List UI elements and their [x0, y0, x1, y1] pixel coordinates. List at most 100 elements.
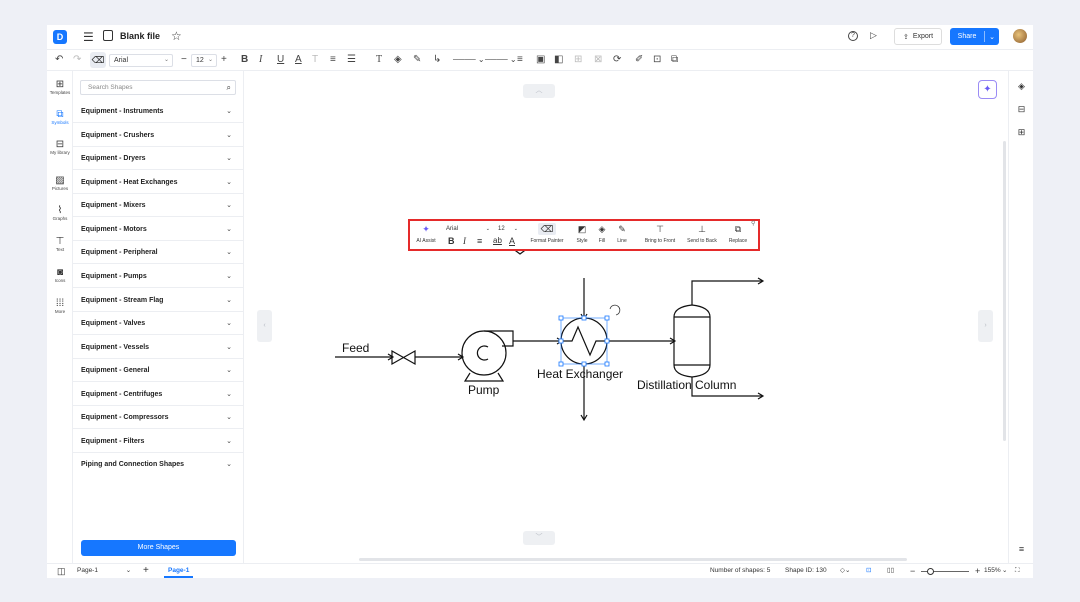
float-font-select[interactable]: Arial ⌄	[446, 224, 490, 234]
lock-icon[interactable]: ⊡	[653, 53, 661, 67]
category-centrifuges[interactable]: Equipment - Centrifuges ⌄	[73, 383, 244, 406]
increase-size-icon[interactable]: +	[221, 53, 227, 67]
underline-icon[interactable]: U	[277, 53, 284, 67]
zoom-level[interactable]: 155%	[984, 564, 1001, 578]
line-color-icon[interactable]: ✎	[413, 53, 421, 67]
more-shapes-button[interactable]: More Shapes	[81, 540, 236, 556]
category-peripheral[interactable]: Equipment - Peripheral ⌄	[73, 241, 244, 264]
zoom-out-icon[interactable]: −	[910, 564, 915, 578]
fill-button[interactable]: ◈ Fill	[596, 221, 608, 245]
category-stream-flag[interactable]: Equipment - Stream Flag ⌄	[73, 289, 244, 312]
italic-icon[interactable]: I	[259, 53, 262, 67]
rail-item-graphs[interactable]: ⌇ Graphs	[47, 205, 73, 221]
tab-page-1[interactable]: Page-1	[164, 564, 194, 578]
chevron-down-icon[interactable]: ⌄	[985, 33, 999, 41]
heat-exchanger-label[interactable]: Heat Exchanger	[537, 367, 623, 381]
category-piping[interactable]: Piping and Connection Shapes ⌄	[73, 453, 244, 476]
category-motors[interactable]: Equipment - Motors ⌄	[73, 218, 244, 241]
decrease-size-icon[interactable]: −	[181, 53, 187, 67]
zoom-slider-handle[interactable]	[927, 568, 934, 575]
send-to-back-button[interactable]: ⊥ Send to Back	[683, 221, 721, 245]
rail-item-text[interactable]: ⊤ Text	[47, 236, 73, 252]
font-color-icon[interactable]: A	[295, 53, 302, 67]
book-icon[interactable]: ▯▯	[887, 564, 894, 578]
fill-panel-icon[interactable]: ◈	[1009, 81, 1033, 92]
bold-icon[interactable]: B	[241, 53, 248, 67]
strikethrough-icon[interactable]: T	[312, 53, 318, 67]
line-style-icon[interactable]: ──── ⌄	[453, 53, 485, 67]
bold-icon[interactable]: B	[448, 236, 455, 246]
search-icon[interactable]: ⌕	[227, 81, 231, 94]
float-font-size-select[interactable]: 12 ⌄	[498, 224, 518, 234]
font-size-select[interactable]: 12 ⌄	[191, 54, 217, 67]
align-icon[interactable]: ≡	[330, 53, 336, 67]
feed-label[interactable]: Feed	[342, 341, 369, 355]
ai-assist-button[interactable]: ✦ AI Assist	[412, 221, 440, 245]
app-logo[interactable]: D	[53, 30, 67, 44]
zoom-in-icon[interactable]: +	[975, 564, 980, 578]
redo-icon[interactable]: ↷	[73, 53, 81, 67]
grid-panel-icon[interactable]: ⊞	[1009, 127, 1033, 138]
style-button[interactable]: ◩ Style	[574, 221, 590, 245]
replace-icon[interactable]: ⧉	[671, 53, 678, 67]
pump-shape[interactable]	[461, 330, 514, 382]
valve-shape[interactable]	[391, 349, 416, 366]
font-color-icon[interactable]: A	[509, 236, 515, 246]
file-name[interactable]: Blank file	[120, 31, 160, 41]
rotate-handle-icon[interactable]	[609, 304, 621, 316]
line-button[interactable]: ✎ Line	[615, 221, 629, 245]
avatar[interactable]	[1013, 29, 1027, 43]
page-panel-toggle-icon[interactable]: ◫	[57, 564, 66, 578]
search-input[interactable]: Search Shapes ⌕	[80, 80, 236, 95]
category-vessels[interactable]: Equipment - Vessels ⌄	[73, 336, 244, 359]
drawing-canvas[interactable]: ︿ ﹀ ‹ › ✦ Feed Pump Heat Exchanger Disti…	[244, 71, 1008, 563]
star-icon[interactable]: ☆	[171, 29, 182, 43]
line-spacing-icon[interactable]: ☰	[347, 53, 356, 67]
category-compressors[interactable]: Equipment - Compressors ⌄	[73, 406, 244, 429]
fit-page-icon[interactable]: ⊡	[866, 564, 871, 578]
category-instruments[interactable]: Equipment - Instruments ⌄	[73, 100, 244, 123]
settings-panel-icon[interactable]: ≡	[1009, 544, 1033, 554]
column-top-line[interactable]	[691, 280, 762, 305]
fill-icon[interactable]: ◈	[394, 53, 402, 67]
help-icon[interactable]: ?	[848, 31, 858, 41]
category-general[interactable]: Equipment - General ⌄	[73, 359, 244, 382]
send-back-icon[interactable]: ◧	[554, 53, 563, 67]
page-select[interactable]: Page-1 ⌄	[77, 564, 131, 578]
add-page-icon[interactable]: +	[143, 564, 149, 578]
category-valves[interactable]: Equipment - Valves ⌄	[73, 312, 244, 335]
italic-icon[interactable]: I	[463, 236, 466, 246]
rail-item-icons[interactable]: ◙ Icons	[47, 267, 73, 283]
connector-icon[interactable]: ↳	[433, 53, 441, 67]
group-icon[interactable]: ⊞	[574, 53, 582, 67]
arrow-style-icon[interactable]: ≡	[517, 53, 523, 67]
category-pumps[interactable]: Equipment - Pumps ⌄	[73, 265, 244, 288]
font-select[interactable]: Arial ⌄	[109, 54, 173, 67]
bring-front-icon[interactable]: ▣	[536, 53, 545, 67]
distillation-column-label[interactable]: Distillation Column	[637, 378, 736, 392]
category-mixers[interactable]: Equipment - Mixers ⌄	[73, 194, 244, 217]
rail-item-pictures[interactable]: ▨ Pictures	[47, 175, 73, 191]
rail-item-templates[interactable]: ⊞ Templates	[47, 79, 73, 95]
rail-item-more[interactable]: ⁞⁞⁞ More	[47, 298, 73, 314]
replace-button[interactable]: ⧉ Replace	[726, 221, 750, 245]
undo-icon[interactable]: ↶	[55, 53, 63, 67]
rail-item-symbols[interactable]: ⧉ Symbols	[47, 109, 73, 125]
align-icon[interactable]: ≡	[477, 236, 482, 246]
line-weight-icon[interactable]: ──── ⌄	[485, 53, 517, 67]
text-icon[interactable]: T	[376, 53, 382, 67]
category-heat-exchanges[interactable]: Equipment - Heat Exchanges ⌄	[73, 171, 244, 194]
edit-icon[interactable]: ✐	[635, 53, 643, 67]
layers-icon[interactable]: ◇⌄	[840, 564, 850, 578]
category-dryers[interactable]: Equipment - Dryers ⌄	[73, 147, 244, 170]
distillation-column-shape[interactable]	[673, 304, 711, 378]
pin-icon[interactable]: ⚲	[751, 220, 755, 227]
chevron-down-icon[interactable]: ⌄	[1002, 564, 1007, 578]
format-painter-icon[interactable]: ⌫	[90, 52, 106, 68]
play-icon[interactable]: ▷	[870, 30, 877, 41]
export-button[interactable]: ⇪ Export	[894, 28, 942, 45]
underline-icon[interactable]: ab	[493, 236, 502, 245]
category-filters[interactable]: Equipment - Filters ⌄	[73, 430, 244, 453]
page-panel-icon[interactable]: ⊟	[1009, 104, 1033, 115]
category-crushers[interactable]: Equipment - Crushers ⌄	[73, 124, 244, 147]
